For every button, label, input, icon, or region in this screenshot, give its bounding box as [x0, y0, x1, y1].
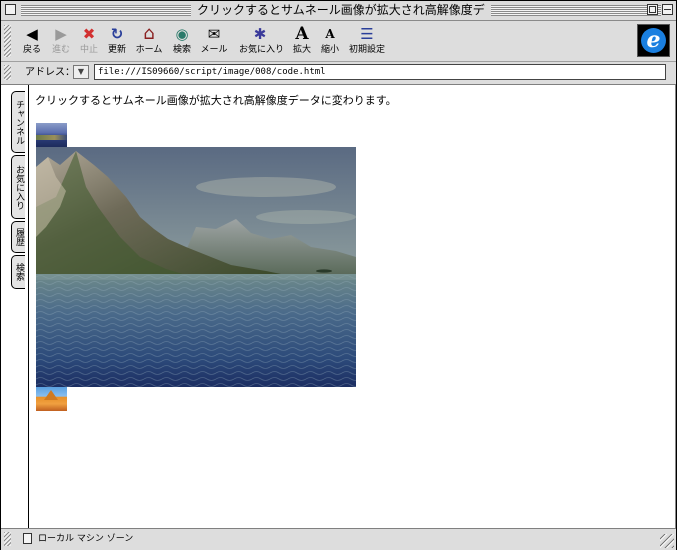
smaller-text-button[interactable]: A 縮小 [312, 24, 348, 58]
zone-icon [23, 533, 32, 544]
mail-icon: ✉ [207, 25, 221, 43]
preferences-button[interactable]: ☰ 初期設定 [347, 24, 387, 58]
back-arrow-icon: ◀ [26, 25, 38, 43]
page-instruction-text: クリックするとサムネール画像が拡大され高解像度データに変わります。 [35, 94, 397, 107]
thumbnail-lake-image[interactable] [36, 123, 67, 147]
content-area: チャンネル お気に入り 履歴 検索 クリックするとサムネール画像が拡大され高解像… [1, 85, 676, 528]
thumbnail-desert-image[interactable] [36, 387, 67, 411]
collapse-box-button[interactable] [662, 4, 673, 15]
stop-icon: ✖ [82, 25, 96, 43]
preferences-button-label: 初期設定 [348, 45, 385, 55]
smaller-text-icon: A [325, 27, 335, 41]
smaller-text-button-label: 縮小 [320, 45, 339, 55]
mail-button[interactable]: ✉ メール [196, 24, 232, 58]
address-label: アドレス： [25, 67, 75, 78]
search-button-label: 検索 [172, 45, 191, 55]
refresh-button[interactable]: ↻ 更新 [99, 24, 135, 58]
address-history-dropdown[interactable]: ▼ [73, 65, 89, 79]
refresh-button-label: 更新 [107, 45, 126, 55]
zoom-box-button[interactable] [647, 4, 658, 15]
resize-grip-icon[interactable] [660, 534, 674, 548]
address-bar-grip-icon[interactable] [4, 65, 11, 80]
address-bar: アドレス： ▼ [1, 62, 676, 85]
browser-window: クリックするとサムネール画像が拡大され高解像度デ ◀ 戻る ▶ 進む ✖ 中止 … [0, 0, 677, 550]
search-button[interactable]: ◉ 検索 [164, 24, 200, 58]
status-bar: ローカル マシン ゾーン [1, 528, 676, 550]
address-input[interactable] [94, 64, 666, 80]
button-toolbar: ◀ 戻る ▶ 進む ✖ 中止 ↻ 更新 ⌂ ホーム ◉ 検索 ✉ メール ✱ お [1, 21, 676, 62]
mail-button-label: メール [200, 45, 228, 55]
preferences-icon: ☰ [360, 25, 374, 43]
explorer-bar-tabs: チャンネル お気に入り 履歴 検索 [1, 85, 29, 528]
forward-arrow-icon: ▶ [55, 25, 67, 43]
tab-channels[interactable]: チャンネル [11, 91, 25, 153]
home-icon: ⌂ [143, 23, 155, 44]
tab-history[interactable]: 履歴 [11, 221, 25, 253]
close-box-button[interactable] [5, 4, 16, 15]
web-page: クリックするとサムネール画像が拡大され高解像度データに変わります。 [29, 85, 676, 528]
refresh-icon: ↻ [110, 25, 124, 43]
favorites-button[interactable]: ✱ お気に入り [239, 24, 285, 58]
larger-text-icon: A [295, 24, 309, 44]
security-zone-text: ローカル マシン ゾーン [38, 534, 134, 544]
status-bar-grip-icon [4, 532, 11, 546]
tab-favorites[interactable]: お気に入り [11, 155, 25, 219]
search-icon: ◉ [175, 25, 189, 43]
favorites-icon: ✱ [253, 25, 267, 43]
ie-logo-icon[interactable]: e [637, 24, 670, 57]
favorites-button-label: お気に入り [239, 45, 285, 55]
title-bar[interactable]: クリックするとサムネール画像が拡大され高解像度デ [1, 1, 676, 21]
enlarged-mountain-lake-image[interactable] [36, 147, 356, 387]
home-button-label: ホーム [135, 45, 163, 55]
toolbar-grip-icon[interactable] [4, 25, 11, 57]
window-title: クリックするとサムネール画像が拡大され高解像度デ [191, 3, 491, 17]
home-button[interactable]: ⌂ ホーム [131, 24, 167, 58]
tab-search[interactable]: 検索 [11, 255, 25, 289]
